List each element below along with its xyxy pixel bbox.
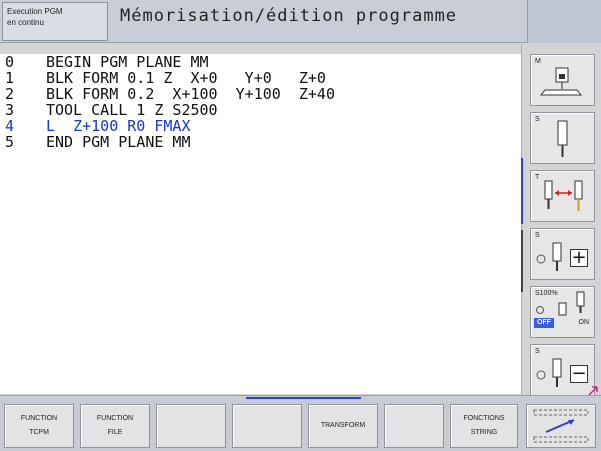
softkey-fonctions-string[interactable]: FONCTIONS STRING: [450, 404, 518, 448]
line-number: 1: [5, 69, 15, 87]
line-number: 3: [5, 101, 15, 119]
minus-icon: −: [570, 363, 588, 384]
softkey-function-tcpm[interactable]: FUNCTION TCPM: [4, 404, 74, 448]
softkey-spindle-minus[interactable]: S −: [530, 344, 595, 396]
page-title: Mémorisation/édition programme: [120, 6, 458, 26]
mode-label-line2: en continu: [7, 18, 44, 27]
program-line[interactable]: 1 BLK FORM 0.1 Z X+0 Y+0 Z+0: [0, 70, 521, 86]
program-line[interactable]: 0 BEGIN PGM PLANE MM: [0, 54, 521, 70]
softkey-label: STRING: [470, 429, 498, 436]
line-code: END PGM PLANE MM: [46, 133, 191, 151]
operating-mode-box[interactable]: Execution PGM en continu: [2, 2, 108, 41]
vertical-softkey-bar: M S T S + S100% OFF ON S −: [521, 44, 601, 396]
line-code: TOOL CALL 1 Z S2500: [46, 101, 218, 119]
softkey-group-divider: [521, 230, 523, 292]
softkey-spindle[interactable]: S: [530, 112, 595, 164]
softkey-tool[interactable]: T: [530, 170, 595, 222]
line-code: BEGIN PGM PLANE MM: [46, 53, 209, 71]
softkey-group-indicator: [521, 158, 523, 224]
softkey-m-function[interactable]: M: [530, 54, 595, 106]
softkey-label: TCPM: [29, 429, 49, 436]
spindle-icon: [557, 120, 568, 157]
program-line[interactable]: 5 END PGM PLANE MM: [0, 134, 521, 150]
line-number: 5: [5, 133, 15, 151]
line-number: 0: [5, 53, 15, 71]
override-spindle-icon: [536, 291, 585, 316]
line-number: 2: [5, 85, 15, 103]
softkey-page-indicator: [246, 397, 361, 399]
line-code: BLK FORM 0.2 X+100 Y+100 Z+40: [46, 85, 335, 103]
m-function-icon: [539, 67, 583, 96]
header-status-strip: [527, 0, 601, 43]
on-label: ON: [578, 319, 590, 326]
spindle-rotation-icon: [536, 242, 562, 271]
off-badge: OFF: [534, 318, 554, 328]
softkey-label: FILE: [107, 429, 123, 436]
softkey-empty[interactable]: [232, 404, 302, 448]
program-editor[interactable]: 0 BEGIN PGM PLANE MM 1 BLK FORM 0.1 Z X+0 …: [0, 54, 521, 394]
softkey-spindle-override[interactable]: S100% OFF ON: [530, 286, 595, 338]
spindle-rotation-icon: [536, 358, 562, 387]
softkey-empty[interactable]: [156, 404, 226, 448]
program-line-active[interactable]: 4 L Z+100 R0 FMAX: [0, 118, 521, 134]
tool-change-icon: [544, 180, 583, 211]
softkey-spindle-plus[interactable]: S +: [530, 228, 595, 280]
horizontal-softkey-bar: FUNCTION TCPM FUNCTION FILE TRANSFORM FO…: [0, 395, 601, 451]
softkey-label: FUNCTION: [96, 415, 134, 422]
softkey-transform[interactable]: TRANSFORM: [308, 404, 378, 448]
line-code: BLK FORM 0.1 Z X+0 Y+0 Z+0: [46, 69, 326, 87]
softkey-label: FONCTIONS: [463, 415, 505, 422]
softkey-label: FUNCTION: [20, 415, 58, 422]
line-number: 4: [5, 117, 15, 135]
mode-label-line1: Execution PGM: [7, 7, 63, 16]
softkey-switch-row[interactable]: [526, 404, 596, 448]
program-line[interactable]: 3 TOOL CALL 1 Z S2500: [0, 102, 521, 118]
softkey-row-switch-icon: [533, 409, 589, 443]
softkey-function-file[interactable]: FUNCTION FILE: [80, 404, 150, 448]
plus-icon: +: [570, 247, 588, 268]
line-code: L Z+100 R0 FMAX: [46, 117, 191, 135]
softkey-label: TRANSFORM: [320, 422, 366, 429]
softkey-empty[interactable]: [384, 404, 444, 448]
header-bar: Execution PGM en continu Mémorisation/éd…: [0, 0, 601, 43]
program-line[interactable]: 2 BLK FORM 0.2 X+100 Y+100 Z+40: [0, 86, 521, 102]
